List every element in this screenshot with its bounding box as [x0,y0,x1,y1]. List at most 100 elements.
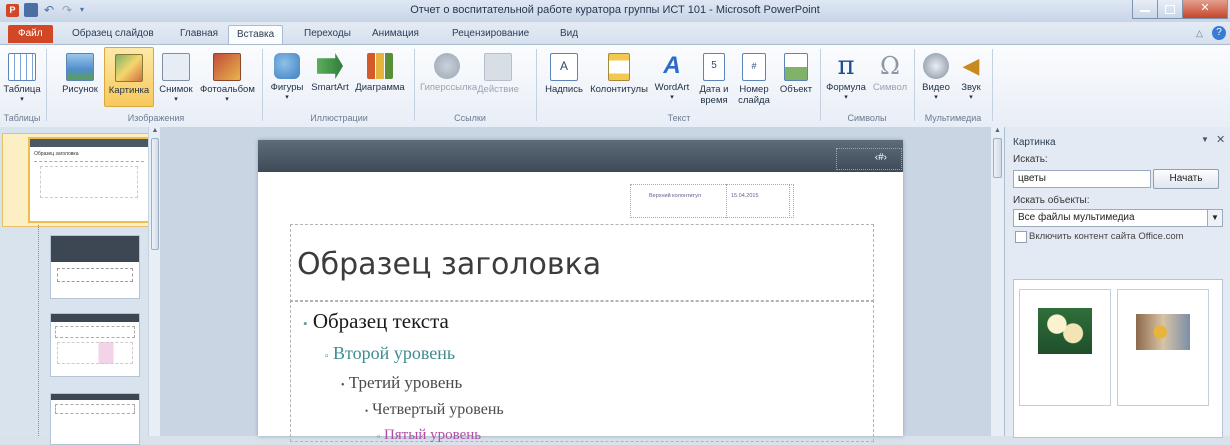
group-label-media: Мультимедиа [924,113,982,123]
group-separator [820,49,821,121]
bullet-level-1: • Образец текста [303,309,449,333]
date-placeholder-box [726,184,794,218]
chevron-down-icon: ▾ [174,96,178,103]
search-go-button[interactable]: Начать [1153,169,1219,189]
tab-home[interactable]: Главная [172,25,226,43]
slide-number-icon: # [742,53,766,81]
chevron-down-icon: ▾ [844,94,848,101]
thumbnail-connector [38,225,40,436]
task-pane-title: Картинка [1013,137,1056,148]
header-footer-icon [608,53,630,81]
symbol-button[interactable]: Ω Символ [870,47,910,105]
slide-canvas[interactable]: ‹#› Верхний колонтитул 15.04.2015 Образе… [258,140,903,443]
textbox-button[interactable]: A Надпись [542,47,586,105]
tab-view[interactable]: Вид [552,25,586,43]
tab-insert[interactable]: Вставка [228,25,284,44]
group-separator [992,49,993,121]
equation-button[interactable]: π Формула ▾ [824,47,868,105]
photo-album-button[interactable]: Фотоальбом ▾ [200,47,255,105]
chevron-down-icon: ▾ [285,94,289,101]
header-footer-button[interactable]: Колонтитулы [588,47,650,105]
scroll-up-icon[interactable]: ▲ [991,127,1004,134]
shapes-button[interactable]: Фигуры ▾ [268,47,306,105]
omega-icon: Ω [880,52,900,80]
slide-number-button[interactable]: # Номер слайда [734,47,774,106]
clipart-result-roses[interactable] [1019,289,1111,406]
group-separator [536,49,537,121]
group-label-tables: Таблицы [3,113,41,123]
table-icon [8,53,36,81]
search-label: Искать: [1013,154,1048,165]
clipart-icon [115,54,143,82]
wordart-icon: A [663,52,681,79]
footer-text: Верхний колонтитул [649,193,701,199]
clipart-task-pane: Картинка ▼ ✕ Искать: цветы Начать Искать… [1004,127,1230,438]
slide-number-text: ‹#› [874,152,887,163]
chevron-down-icon: ▾ [20,96,24,103]
audio-button[interactable]: ◀ Звук ▾ [956,47,986,105]
clipart-button[interactable]: Картинка [104,47,154,107]
bullet-level-2: ▫ Второй уровень [325,343,456,363]
scrollbar-thumb[interactable] [151,138,159,250]
chevron-down-icon: ▾ [969,94,973,101]
slide-thumbnail[interactable] [50,235,140,299]
slide-thumbnail[interactable]: Образец заголовка [28,137,150,223]
ribbon-tabs: Файл Образец слайдов Главная Вставка Пер… [0,22,1230,44]
textbox-icon: A [550,53,578,81]
task-pane-options-icon[interactable]: ▼ [1201,135,1209,144]
slide-title: Образец заголовка [297,247,602,282]
thumbnail-title: Образец заголовка [34,151,79,157]
smartart-button[interactable]: SmartArt [308,47,352,105]
calendar-icon: 5 [703,53,725,81]
tab-transitions[interactable]: Переходы [296,25,359,43]
tab-slide-master[interactable]: Образец слайдов [64,25,162,43]
date-time-button[interactable]: 5 Дата и время [696,47,732,106]
group-label-links: Ссылки [454,113,486,123]
pi-icon: π [837,51,855,81]
action-icon [484,53,512,81]
group-separator [414,49,415,121]
picture-button[interactable]: Рисунок [58,47,102,105]
scrollbar-thumb[interactable] [993,138,1002,178]
photo-album-icon [213,53,241,81]
help-icon[interactable]: ? [1212,26,1226,40]
slide-number-placeholder[interactable]: ‹#› [836,148,902,170]
slide-header-band [258,140,903,172]
tab-review[interactable]: Рецензирование [444,25,537,43]
tab-file[interactable]: Файл [8,25,53,43]
table-button[interactable]: Таблица ▾ [2,47,42,105]
media-type-select[interactable]: Все файлы мультимедиа ▼ [1013,209,1223,227]
hyperlink-button[interactable]: Гиперссылка [420,47,477,105]
group-label-text: Текст [667,113,691,123]
clipart-result-bee[interactable] [1117,289,1209,406]
window-title: Отчет о воспитательной работе куратора г… [410,4,820,16]
office-content-checkbox[interactable] [1015,231,1027,243]
screenshot-button[interactable]: Снимок ▾ [154,47,198,105]
chevron-down-icon: ▾ [670,94,674,101]
action-button[interactable]: Действие [476,47,520,105]
chart-icon [367,53,393,79]
object-button[interactable]: Объект [776,47,816,105]
bee-flower-image [1136,314,1190,350]
objects-label: Искать объекты: [1013,195,1090,206]
slide-thumbnail[interactable] [50,393,140,445]
minimize-button[interactable] [1132,0,1158,19]
close-icon[interactable]: ✕ [1216,133,1225,146]
speaker-icon: ◀ [962,53,980,78]
search-input[interactable]: цветы [1013,170,1151,188]
chart-button[interactable]: Диаграмма [354,47,406,105]
close-button[interactable]: ✕ [1182,0,1228,19]
picture-icon [66,53,94,81]
workspace-scrollbar[interactable]: ▲ [990,127,1004,436]
minimize-ribbon-icon[interactable]: △ [1196,28,1203,39]
object-icon [784,53,808,81]
roses-image [1038,308,1092,354]
title-placeholder[interactable]: Образец заголовка [290,224,874,302]
group-label-images: Изображения [127,113,185,123]
slide-thumbnail[interactable] [50,313,140,377]
body-placeholder[interactable]: • Образец текста ▫ Второй уровень • Трет… [290,300,874,443]
maximize-button[interactable] [1157,0,1183,19]
video-button[interactable]: Видео ▾ [918,47,954,105]
wordart-button[interactable]: A WordArt ▾ [652,47,692,105]
tab-animation[interactable]: Анимация [364,25,427,43]
